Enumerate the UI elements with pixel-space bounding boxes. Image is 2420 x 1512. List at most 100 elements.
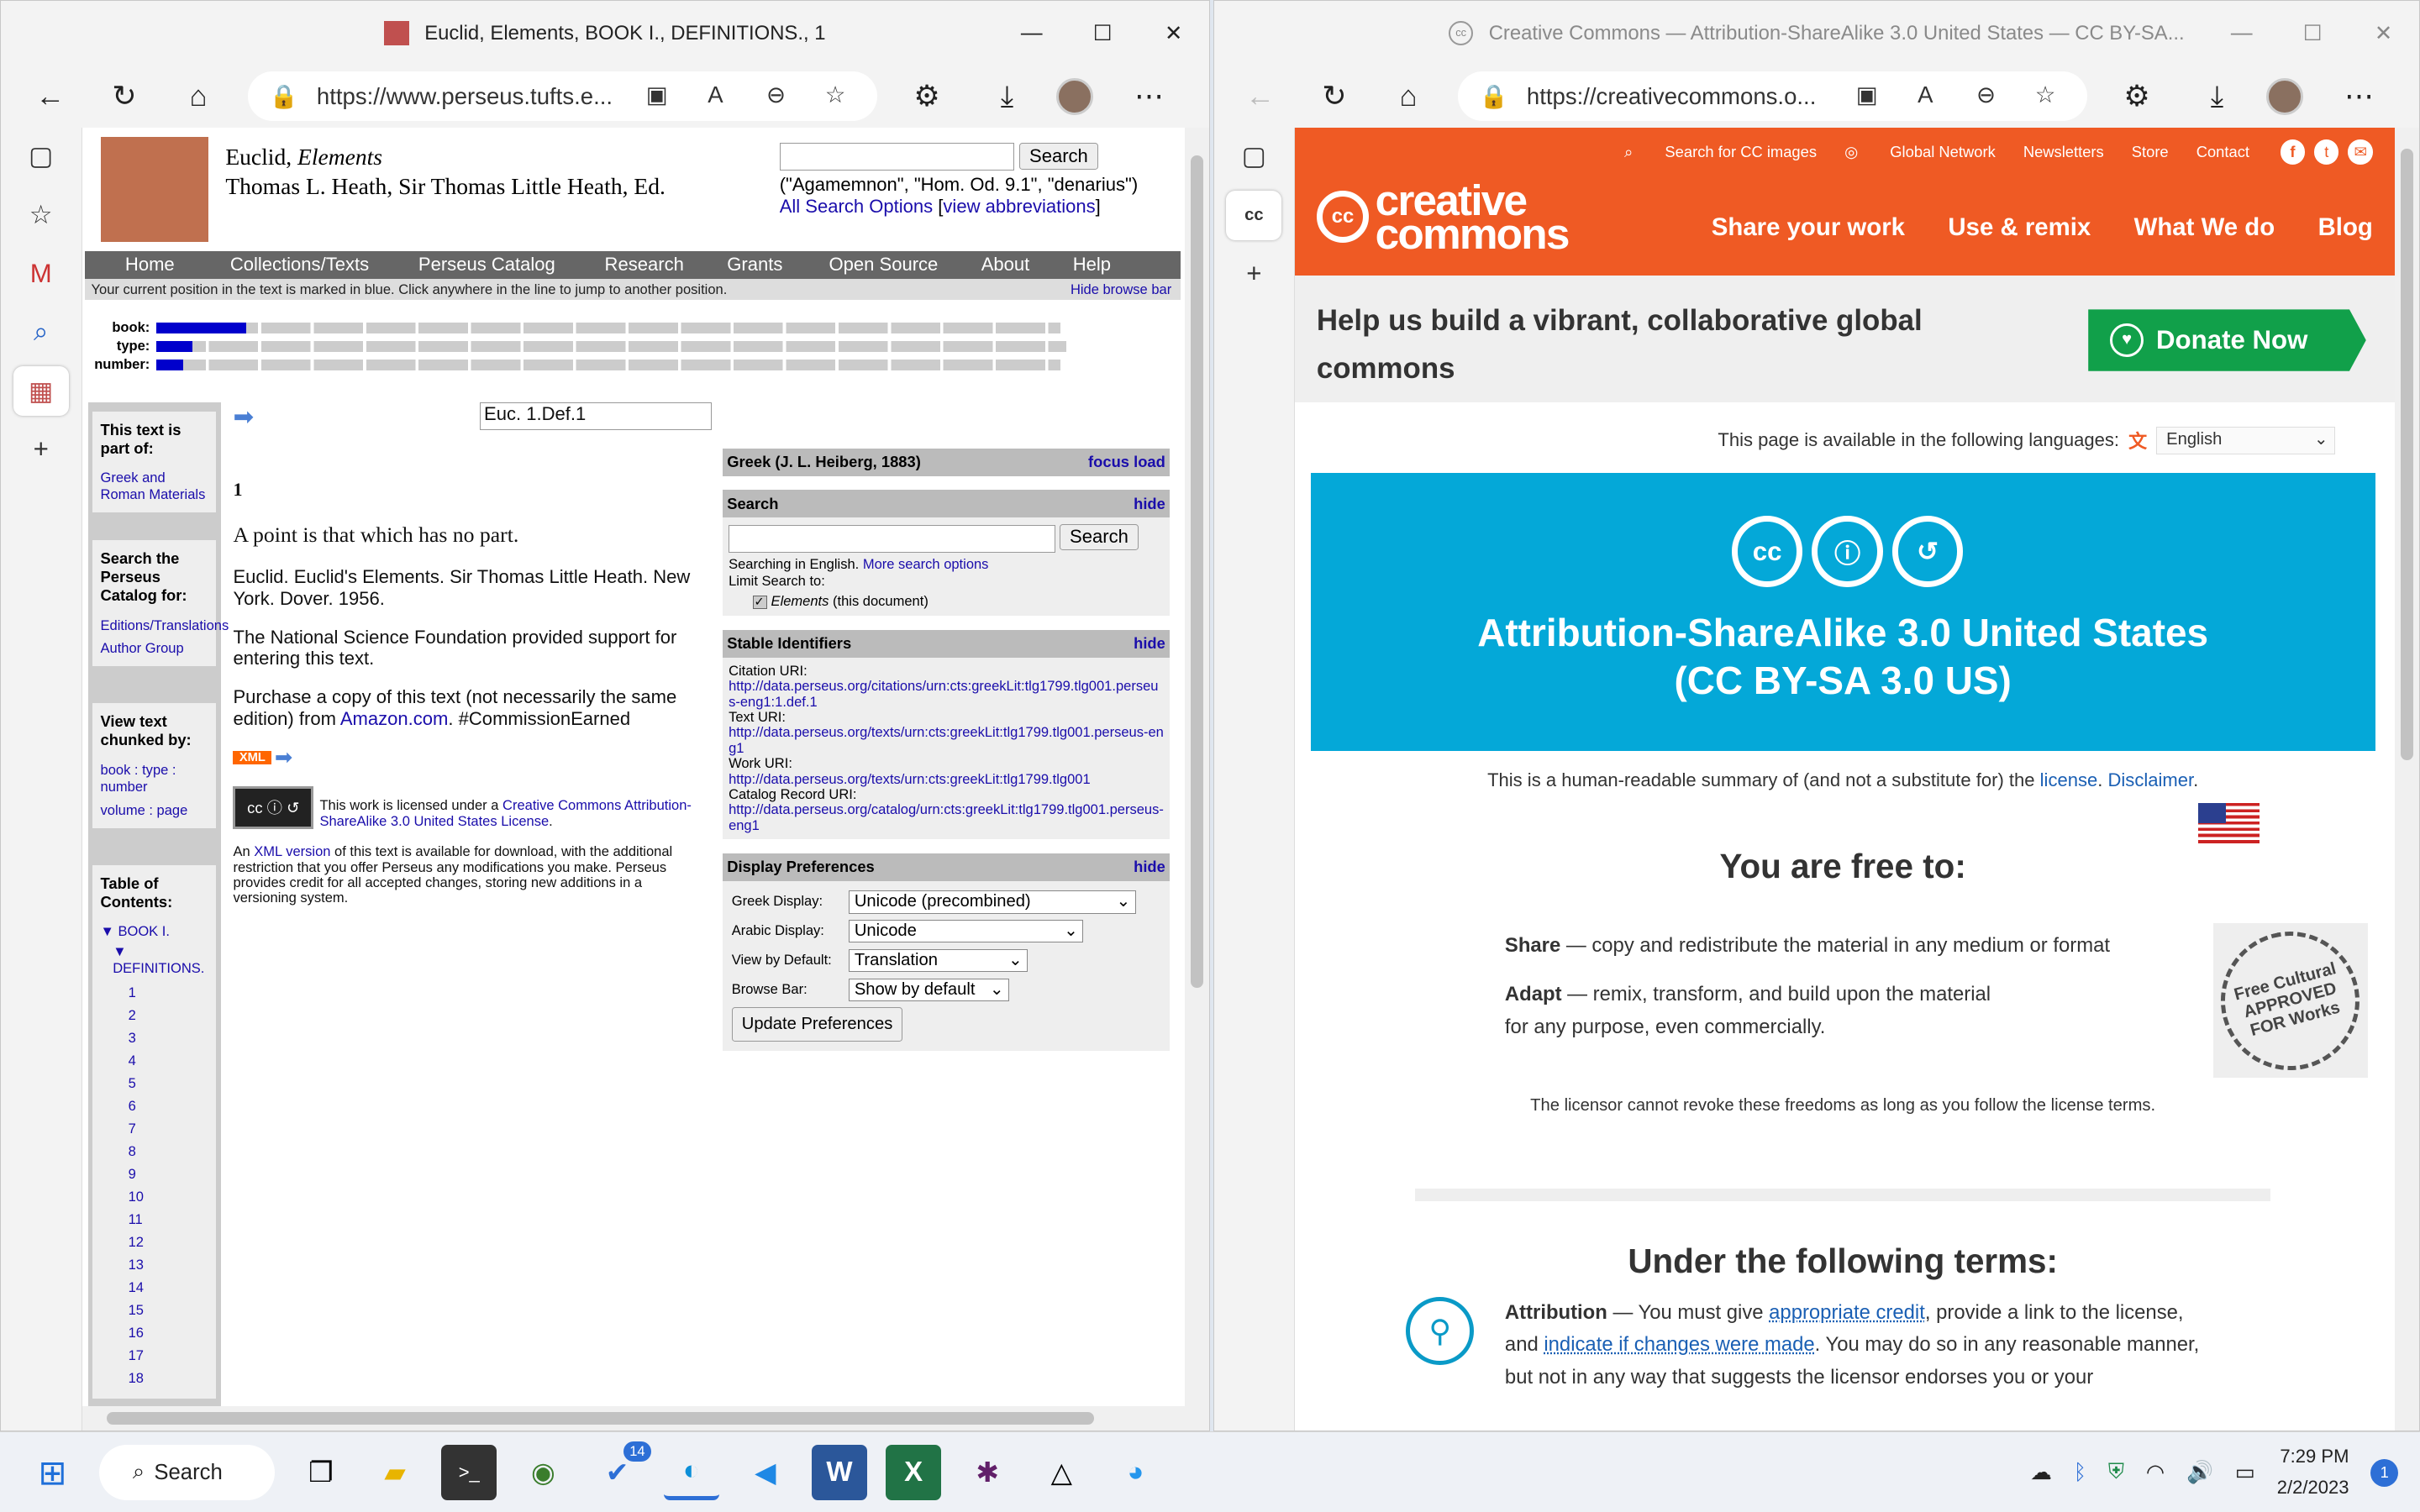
profile-avatar[interactable]: [2266, 77, 2304, 115]
browse-bar-select[interactable]: Show by default ⌄: [849, 978, 1010, 1002]
reader-icon[interactable]: ▣: [1856, 81, 1878, 108]
security-icon[interactable]: ⛨: [2108, 1460, 2124, 1485]
search-icon[interactable]: ⌕: [13, 307, 69, 357]
toc-item[interactable]: 12: [129, 1231, 209, 1253]
xml-arrow-icon[interactable]: ➡: [275, 745, 293, 770]
more-search-options-link[interactable]: More search options: [863, 556, 989, 572]
toc-item[interactable]: 13: [129, 1253, 209, 1276]
tab-actions-icon[interactable]: ▢: [13, 132, 69, 181]
greek-roman-link[interactable]: Greek and Roman Materials: [101, 470, 209, 503]
taskbar-search[interactable]: ⌕ Search: [98, 1445, 275, 1501]
elements-checkbox[interactable]: ✓: [753, 595, 767, 610]
home-icon[interactable]: ⌂: [1377, 71, 1439, 121]
bluetooth-icon[interactable]: ᛒ: [2074, 1461, 2086, 1485]
perseus-logo[interactable]: [100, 136, 209, 242]
email-icon[interactable]: ✉: [2348, 139, 2373, 165]
stable-hide-link[interactable]: hide: [1134, 634, 1165, 653]
nav-about[interactable]: About: [981, 254, 1030, 276]
xml-badge[interactable]: XML: [233, 751, 272, 765]
locator-input[interactable]: Euc. 1.Def.1: [480, 402, 712, 430]
cc-by-sa-badge-icon[interactable]: cc ⓘ ↺: [233, 785, 314, 829]
nav-help[interactable]: Help: [1073, 254, 1111, 276]
read-aloud-icon[interactable]: A: [1918, 81, 1933, 108]
toc-item[interactable]: 10: [129, 1185, 209, 1208]
favorite-icon[interactable]: ☆: [825, 81, 846, 108]
zoom-out-icon[interactable]: ⊖: [1976, 81, 1996, 108]
extensions-icon[interactable]: ⚙: [2106, 71, 2167, 121]
edge-icon[interactable]: ◐: [663, 1445, 719, 1501]
maximize-icon[interactable]: ☐: [1067, 1, 1138, 66]
title-bar[interactable]: cc Creative Commons — Attribution-ShareA…: [1213, 1, 2419, 66]
toc-item[interactable]: 5: [129, 1072, 209, 1095]
update-preferences-button[interactable]: Update Preferences: [731, 1007, 903, 1042]
refresh-icon[interactable]: ↻: [1303, 71, 1365, 121]
gmail-icon[interactable]: M: [13, 249, 69, 299]
close-icon[interactable]: ✕: [2348, 1, 2418, 66]
perseus-tab-icon[interactable]: ▦: [13, 366, 69, 416]
toc-item[interactable]: 18: [129, 1367, 209, 1389]
maximize-icon[interactable]: ☐: [2277, 1, 2348, 66]
onedrive-icon[interactable]: ☁: [2030, 1460, 2052, 1485]
zoom-out-icon[interactable]: ⊖: [766, 81, 786, 108]
type-bar[interactable]: [155, 340, 1067, 352]
display-hide-link[interactable]: hide: [1134, 858, 1165, 876]
nav-open-source[interactable]: Open Source: [829, 254, 938, 276]
vscode-icon[interactable]: ◀: [738, 1445, 793, 1500]
toc-item[interactable]: 2: [129, 1004, 209, 1026]
minimize-icon[interactable]: —: [2206, 1, 2276, 66]
book-bar[interactable]: [155, 322, 1060, 333]
file-explorer-icon[interactable]: ▰: [367, 1445, 423, 1500]
all-search-options-link[interactable]: All Search Options: [780, 196, 933, 217]
home-icon[interactable]: ⌂: [167, 71, 229, 121]
toc-item[interactable]: 9: [129, 1163, 209, 1185]
nav-grants[interactable]: Grants: [727, 254, 782, 276]
start-windows-icon[interactable]: ⊞: [24, 1445, 80, 1500]
view-abbreviations-link[interactable]: view abbreviations: [943, 196, 1095, 217]
arabic-display-select[interactable]: Unicode ⌄: [849, 919, 1084, 943]
reader-icon[interactable]: ▣: [646, 81, 668, 108]
menu-share[interactable]: Share your work: [1712, 213, 1905, 242]
menu-use-remix[interactable]: Use & remix: [1948, 213, 2091, 242]
close-icon[interactable]: ✕: [1138, 1, 1208, 66]
facebook-icon[interactable]: f: [2280, 139, 2306, 165]
toc-definitions[interactable]: ▼ DEFINITIONS.: [113, 943, 208, 977]
donate-button[interactable]: ♥ Donate Now: [2088, 309, 2366, 371]
back-icon[interactable]: ←: [19, 71, 81, 121]
free-cultural-works-stamp[interactable]: Free Cultural APPROVED FOR Works: [2205, 915, 2376, 1086]
greek-display-select[interactable]: Unicode (precombined) ⌄: [849, 890, 1136, 914]
store-link[interactable]: Store: [2132, 143, 2169, 161]
app-icon[interactable]: ◉: [515, 1445, 571, 1500]
menu-blog[interactable]: Blog: [2318, 213, 2373, 242]
work-uri-link[interactable]: http://data.perseus.org/texts/urn:cts:gr…: [729, 771, 1164, 787]
vertical-scrollbar[interactable]: [1184, 127, 1209, 1431]
menu-what-we-do[interactable]: What We do: [2134, 213, 2275, 242]
global-network-link[interactable]: ◎ Global Network: [1844, 143, 1996, 161]
extensions-icon[interactable]: ⚙: [896, 71, 957, 121]
favorite-icon[interactable]: ☆: [2035, 81, 2056, 108]
twitter-icon[interactable]: t: [2314, 139, 2339, 165]
nav-catalog[interactable]: Perseus Catalog: [418, 254, 555, 276]
text-uri-link[interactable]: http://data.perseus.org/texts/urn:cts:gr…: [729, 725, 1164, 756]
docker-icon[interactable]: ◕: [1107, 1445, 1163, 1500]
add-icon[interactable]: +: [1226, 249, 1281, 299]
address-bar[interactable]: 🔒 https://www.perseus.tufts.e... ▣ A ⊖ ☆: [247, 71, 878, 122]
toc-item[interactable]: 7: [129, 1117, 209, 1140]
cc-logo[interactable]: cc creative commons: [1316, 178, 1591, 255]
battery-icon[interactable]: ▭: [2235, 1460, 2255, 1485]
hide-browse-bar-link[interactable]: Hide browse bar: [1071, 279, 1171, 301]
catalog-uri-link[interactable]: http://data.perseus.org/catalog/urn:cts:…: [729, 802, 1164, 833]
download-icon[interactable]: ⤓: [976, 71, 1038, 121]
disclaimer-link[interactable]: Disclaimer: [2108, 769, 2194, 790]
chunk-links-2[interactable]: volume : page: [101, 802, 209, 819]
minimize-icon[interactable]: —: [997, 1, 1067, 66]
indicate-changes-link[interactable]: indicate if changes were made: [1544, 1333, 1814, 1356]
address-bar[interactable]: 🔒 https://creativecommons.o... ▣ A ⊖ ☆: [1457, 71, 2088, 122]
horizontal-scrollbar[interactable]: [82, 1406, 1185, 1431]
slack-icon[interactable]: ✱: [960, 1445, 1015, 1500]
favorites-icon[interactable]: ☆: [13, 191, 69, 240]
title-bar[interactable]: Euclid, Elements, BOOK I., DEFINITIONS.,…: [1, 1, 1209, 66]
xml-version-link[interactable]: XML version: [254, 843, 330, 859]
todo-icon[interactable]: ✔ 14: [589, 1441, 651, 1500]
excel-icon[interactable]: X: [886, 1445, 942, 1501]
license-link[interactable]: license: [2040, 769, 2098, 790]
